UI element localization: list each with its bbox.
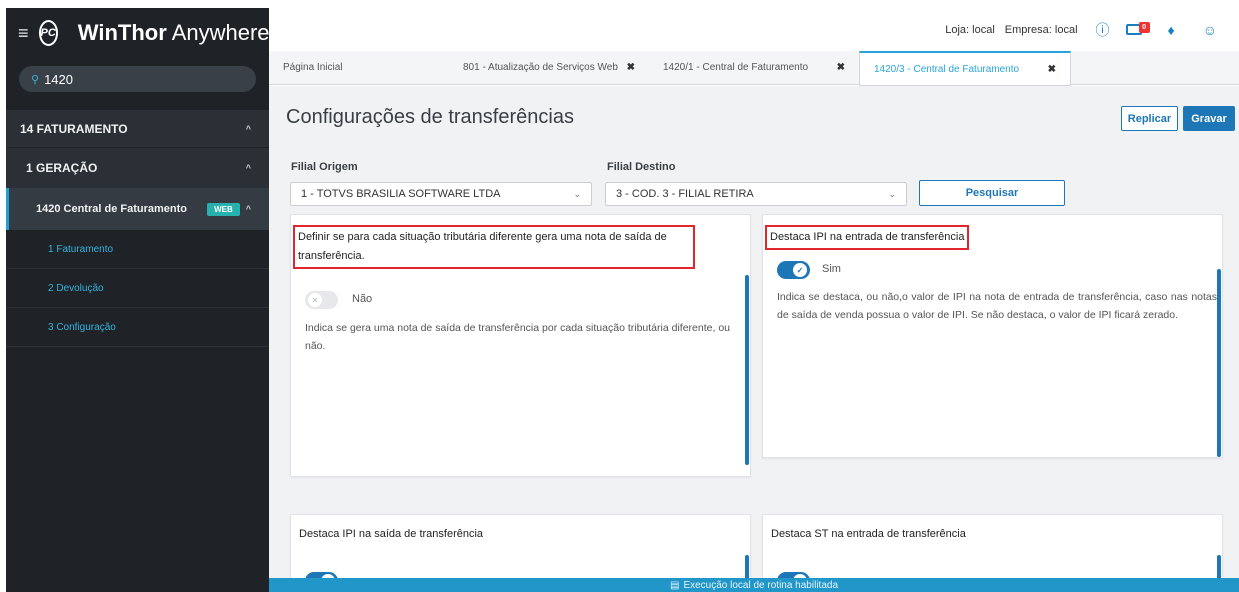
bell-icon[interactable]: ♦ xyxy=(1168,22,1175,38)
tab-label: Página Inicial xyxy=(283,62,343,73)
tab-1420-3[interactable]: 1420/3 - Central de Faturamento ✖ xyxy=(859,51,1071,86)
toggle-off-icon: ✕ xyxy=(308,293,322,307)
pc-logo: PC xyxy=(38,20,58,46)
chevron-up-icon: ^ xyxy=(245,204,251,214)
nav-faturamento-label: 14 FATURAMENTO xyxy=(20,121,128,136)
tab-pagina-inicial[interactable]: Página Inicial xyxy=(269,51,449,84)
search-icon: ⚲ xyxy=(31,73,40,86)
web-badge: WEB xyxy=(207,202,240,216)
nav-central-faturamento-label: 1420 Central de Faturamento xyxy=(36,203,187,215)
toggle-label: Sim xyxy=(822,263,841,275)
page-title: Configurações de transferências xyxy=(286,106,574,128)
card-description: Indica se destaca, ou não,o valor de IPI… xyxy=(777,291,1217,321)
tab-label: 801 - Atualização de Serviços Web xyxy=(463,62,618,73)
chevron-up-icon: ^ xyxy=(245,163,251,173)
nav-item-devolucao[interactable]: 2 Devolução xyxy=(6,269,269,308)
search-input[interactable] xyxy=(44,71,225,87)
chevron-down-icon: ⌄ xyxy=(573,188,581,199)
nav-item-faturamento[interactable]: 1 Faturamento xyxy=(6,230,269,269)
lock-icon: ▤ xyxy=(670,579,680,591)
help-icon[interactable]: ⓘ xyxy=(1096,20,1110,40)
brand-bar: ≡ PC WinThor Anywhere xyxy=(6,8,270,58)
sidebar: ≡ PC WinThor Anywhere ⚲ 14 FATURAMENTO ^… xyxy=(6,8,270,592)
mail-count-badge: 0 xyxy=(1138,22,1150,33)
filial-destino-select[interactable]: 3 - COD. 3 - FILIAL RETIRA ⌄ xyxy=(605,182,907,206)
card-title: Destaca ST na entrada de transferência xyxy=(771,528,966,540)
top-bar: Loja: local Empresa: local ⓘ 0 ♦ ☺ xyxy=(269,8,1239,51)
card-title: Destaca IPI na entrada de transferência xyxy=(765,225,970,250)
toggle-ipi-entrada[interactable]: ✓ xyxy=(777,261,810,279)
nav-badge-group: WEB ^ xyxy=(207,202,251,216)
close-icon[interactable]: ✖ xyxy=(627,62,635,73)
tab-label: 1420/1 - Central de Faturamento xyxy=(663,62,809,73)
app-root: ≡ PC WinThor Anywhere ⚲ 14 FATURAMENTO ^… xyxy=(0,0,1239,592)
nav-geracao-label: 1 GERAÇÃO xyxy=(26,161,98,175)
search-box[interactable]: ⚲ xyxy=(19,66,256,92)
search-area: ⚲ xyxy=(6,58,269,110)
status-bar: ▤ Execução local de rotina habilitada xyxy=(269,578,1239,592)
replicar-button[interactable]: Replicar xyxy=(1121,106,1178,131)
empresa-label: Empresa: local xyxy=(1004,23,1078,36)
nav-central-faturamento[interactable]: 1420 Central de Faturamento WEB ^ xyxy=(6,188,269,230)
mail-icon[interactable]: 0 xyxy=(1125,22,1150,35)
filial-origem-value: 1 - TOTVS BRASILIA SOFTWARE LTDA xyxy=(301,188,501,200)
status-text: Execução local de rotina habilitada xyxy=(683,579,838,591)
pesquisar-button[interactable]: Pesquisar xyxy=(919,180,1065,206)
filial-origem-label: Filial Origem xyxy=(291,161,358,173)
nav-faturamento[interactable]: 14 FATURAMENTO ^ xyxy=(6,110,269,148)
filial-origem-select[interactable]: 1 - TOTVS BRASILIA SOFTWARE LTDA ⌄ xyxy=(290,182,592,206)
toggle-nota-saida[interactable]: ✕ xyxy=(305,291,338,309)
brand-title: WinThor Anywhere xyxy=(77,20,270,45)
close-icon[interactable]: ✖ xyxy=(1048,64,1056,75)
nav-item-configuracao[interactable]: 3 Configuração xyxy=(6,308,269,347)
loja-label: Loja: local xyxy=(945,23,995,36)
tab-1420-1[interactable]: 1420/1 - Central de Faturamento ✖ xyxy=(649,51,859,84)
tab-bar: Página Inicial 801 - Atualização de Serv… xyxy=(269,51,1239,86)
tab-801[interactable]: 801 - Atualização de Serviços Web ✖ xyxy=(449,51,649,84)
card-description: Indica se gera uma nota de saída de tran… xyxy=(305,322,730,352)
card-title: Definir se para cada situação tributária… xyxy=(293,225,695,269)
nav-geracao[interactable]: 1 GERAÇÃO ^ xyxy=(6,148,269,188)
chevron-down-icon: ⌄ xyxy=(888,188,896,199)
card-scrollbar[interactable] xyxy=(745,275,749,465)
toggle-label: Não xyxy=(352,293,373,305)
card-ipi-entrada: Destaca IPI na entrada de transferência … xyxy=(762,214,1223,458)
card-nota-saida: Definir se para cada situação tributária… xyxy=(290,214,751,477)
filial-destino-value: 3 - COD. 3 - FILIAL RETIRA xyxy=(616,188,754,200)
filial-destino-label: Filial Destino xyxy=(607,161,676,173)
check-icon: ✓ xyxy=(793,263,807,277)
user-icon[interactable]: ☺ xyxy=(1203,22,1217,38)
chevron-up-icon: ^ xyxy=(245,123,251,134)
card-title: Destaca IPI na saída de transferência xyxy=(299,528,484,540)
gravar-button[interactable]: Gravar xyxy=(1183,106,1235,131)
sidebar-empty-area xyxy=(6,347,269,592)
close-icon[interactable]: ✖ xyxy=(837,62,845,73)
tab-label: 1420/3 - Central de Faturamento xyxy=(874,63,1020,75)
hamburger-menu-icon[interactable]: ≡ xyxy=(18,23,29,44)
main-content: Configurações de transferências Replicar… xyxy=(269,86,1239,592)
card-scrollbar[interactable] xyxy=(1217,269,1221,457)
